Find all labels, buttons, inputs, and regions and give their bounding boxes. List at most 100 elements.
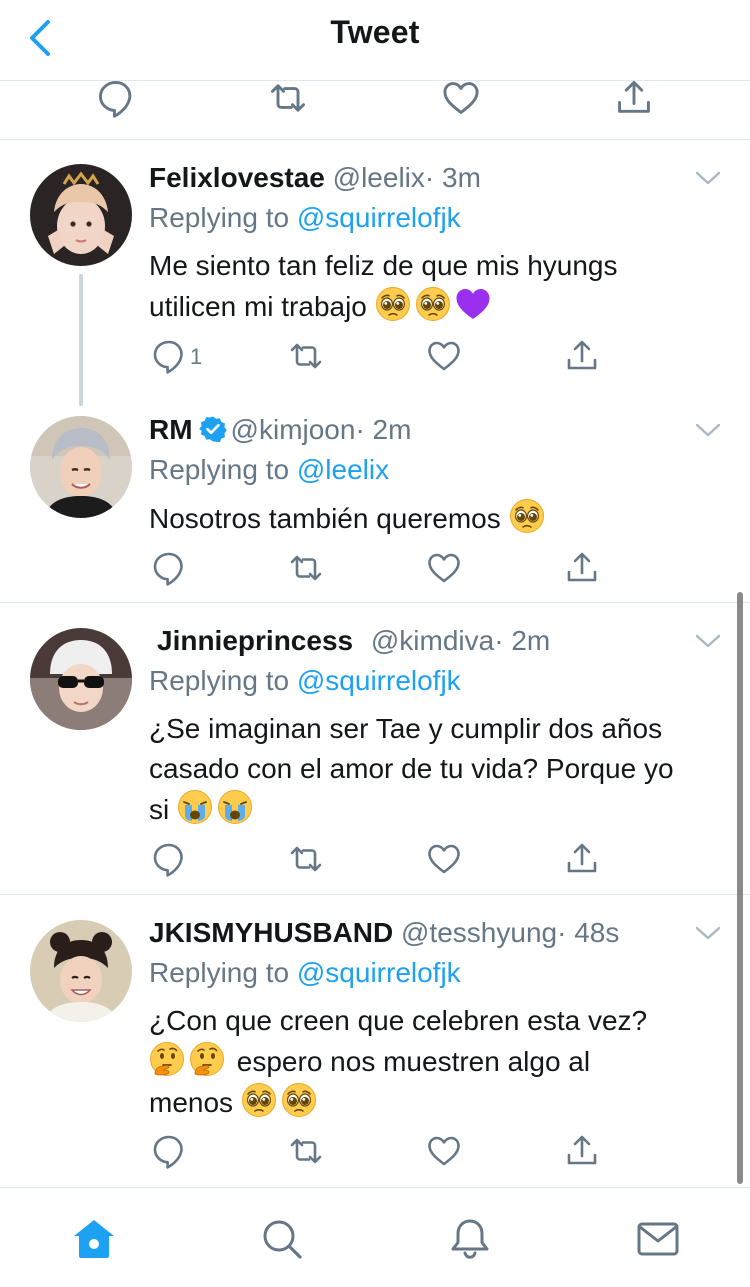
handle: @kimdiva: [370, 625, 495, 656]
mention-link[interactable]: @squirrelofjk: [297, 665, 461, 696]
tweet-header: RM @kimjoon· 2m: [149, 414, 411, 446]
reply-icon[interactable]: [151, 841, 187, 877]
tweet-text-line: espero nos muestren algo al: [149, 1041, 729, 1082]
reply-icon[interactable]: [151, 338, 187, 374]
reply-icon[interactable]: [151, 1133, 187, 1169]
tweet-rm[interactable]: RM @kimjoon· 2m Replying to @leelix Nosot…: [0, 402, 750, 603]
top-bar: Tweet: [0, 0, 750, 81]
timestamp: · 48s: [557, 917, 620, 948]
share-icon[interactable]: [564, 550, 600, 586]
replying-to-label: Replying to: [149, 957, 297, 988]
bell-icon[interactable]: [447, 1216, 493, 1262]
display-name[interactable]: Felixlovestae: [149, 162, 325, 193]
display-name[interactable]: RM: [149, 414, 193, 445]
share-icon[interactable]: [564, 841, 600, 877]
tweet-felixlovestae[interactable]: Felixlovestae @leelix· 3m Replying to @s…: [0, 140, 750, 406]
retweet-icon[interactable]: [288, 338, 324, 374]
tweet-text: ¿Se imaginan ser Tae y cumplir dos años …: [149, 709, 729, 830]
tweet-header: Jinnieprincess @kimdiva· 2m: [157, 625, 550, 657]
mention-link[interactable]: @squirrelofjk: [297, 202, 461, 233]
handle: @leelix: [332, 162, 425, 193]
tweet-actions: [0, 550, 750, 590]
heart-icon[interactable]: [441, 80, 481, 118]
timestamp: · 2m: [494, 625, 551, 656]
tweet-text-segment: Nosotros también queremos: [149, 503, 509, 534]
tweet-actions: [0, 841, 750, 881]
search-icon[interactable]: [259, 1216, 305, 1262]
tweet-jkismyhusband[interactable]: JKISMYHUSBAND @tesshyung· 48s Replying t…: [0, 895, 750, 1187]
share-icon[interactable]: [564, 1133, 600, 1169]
heart-icon[interactable]: [426, 550, 462, 586]
home-icon[interactable]: [71, 1216, 117, 1262]
display-name[interactable]: JKISMYHUSBAND: [149, 917, 393, 948]
pleading-face-emoji-icon: [281, 1082, 317, 1118]
replying-to-label: Replying to: [149, 454, 297, 485]
mention-link[interactable]: @leelix: [297, 454, 389, 485]
replying-to: Replying to @leelix: [149, 454, 389, 486]
replying-to: Replying to @squirrelofjk: [149, 957, 461, 989]
avatar[interactable]: [30, 416, 132, 518]
heart-icon[interactable]: [426, 338, 462, 374]
tweet-text: Nosotros también queremos: [149, 498, 729, 539]
retweet-icon[interactable]: [288, 1133, 324, 1169]
chevron-down-icon[interactable]: [694, 168, 722, 188]
chevron-down-icon[interactable]: [694, 923, 722, 943]
mention-link[interactable]: @squirrelofjk: [297, 957, 461, 988]
timestamp: · 3m: [424, 162, 481, 193]
tweet-text-line: casado con el amor de tu vida? Porque yo: [149, 753, 674, 784]
handle: @kimjoon: [230, 414, 356, 445]
tweet-text-segment: si: [149, 794, 177, 825]
tweet-jinnieprincess[interactable]: Jinnieprincess @kimdiva· 2m Replying to …: [0, 603, 750, 895]
heart-icon[interactable]: [426, 841, 462, 877]
pleading-face-emoji-icon: [415, 286, 451, 322]
verified-badge-icon: [198, 416, 227, 443]
loudly-crying-emoji-icon: [177, 789, 213, 825]
purple-heart-emoji-icon: [455, 286, 491, 322]
pleading-face-emoji-icon: [241, 1082, 277, 1118]
avatar[interactable]: [30, 920, 132, 1022]
retweet-icon[interactable]: [288, 841, 324, 877]
retweet-icon[interactable]: [288, 550, 324, 586]
replying-to-label: Replying to: [149, 202, 297, 233]
tweet-text-segment: utilicen mi trabajo: [149, 291, 375, 322]
avatar-jinnie-icon: [30, 628, 132, 730]
chevron-down-icon[interactable]: [694, 631, 722, 651]
tweet-text-line: si: [149, 789, 729, 830]
avatar[interactable]: [30, 164, 132, 266]
thinking-face-emoji-icon: [149, 1041, 185, 1077]
tweet-actions: [0, 1133, 750, 1173]
chevron-down-icon[interactable]: [694, 420, 722, 440]
tweet-text-line: Me siento tan feliz de que mis hyungs: [149, 250, 618, 281]
page-title: Tweet: [330, 14, 420, 50]
share-icon[interactable]: [614, 80, 654, 118]
mail-icon[interactable]: [635, 1216, 681, 1262]
tweet-header: JKISMYHUSBAND @tesshyung· 48s: [149, 917, 619, 949]
handle: @tesshyung: [401, 917, 558, 948]
avatar-rm-icon: [30, 416, 132, 518]
loudly-crying-emoji-icon: [217, 789, 253, 825]
avatar[interactable]: [30, 628, 132, 730]
scrollbar[interactable]: [737, 592, 743, 1184]
share-icon[interactable]: [564, 338, 600, 374]
tweet-header: Felixlovestae @leelix· 3m: [149, 162, 481, 194]
bottom-tab-bar: [0, 1187, 750, 1287]
pleading-face-emoji-icon: [375, 286, 411, 322]
retweet-icon[interactable]: [268, 80, 308, 118]
reply-count: 1: [190, 344, 203, 369]
display-name[interactable]: Jinnieprincess: [157, 625, 353, 656]
tweet-text-line: menos: [149, 1082, 729, 1123]
tweet-text-line: Nosotros también queremos: [149, 498, 729, 539]
replying-to-label: Replying to: [149, 665, 297, 696]
tweet-text-line: utilicen mi trabajo: [149, 286, 729, 327]
tweet-actions: 1: [0, 338, 750, 378]
timestamp: · 2m: [355, 414, 412, 445]
tweet-text-segment: menos: [149, 1087, 241, 1118]
heart-icon[interactable]: [426, 1133, 462, 1169]
replying-to: Replying to @squirrelofjk: [149, 665, 461, 697]
pleading-face-emoji-icon: [509, 498, 545, 534]
reply-icon[interactable]: [151, 550, 187, 586]
parent-tweet-actions: [0, 80, 750, 140]
tweet-text-line: ¿Con que creen que celebren esta vez?: [149, 1005, 648, 1036]
avatar-felix-icon: [30, 164, 132, 266]
reply-icon[interactable]: [96, 80, 136, 118]
